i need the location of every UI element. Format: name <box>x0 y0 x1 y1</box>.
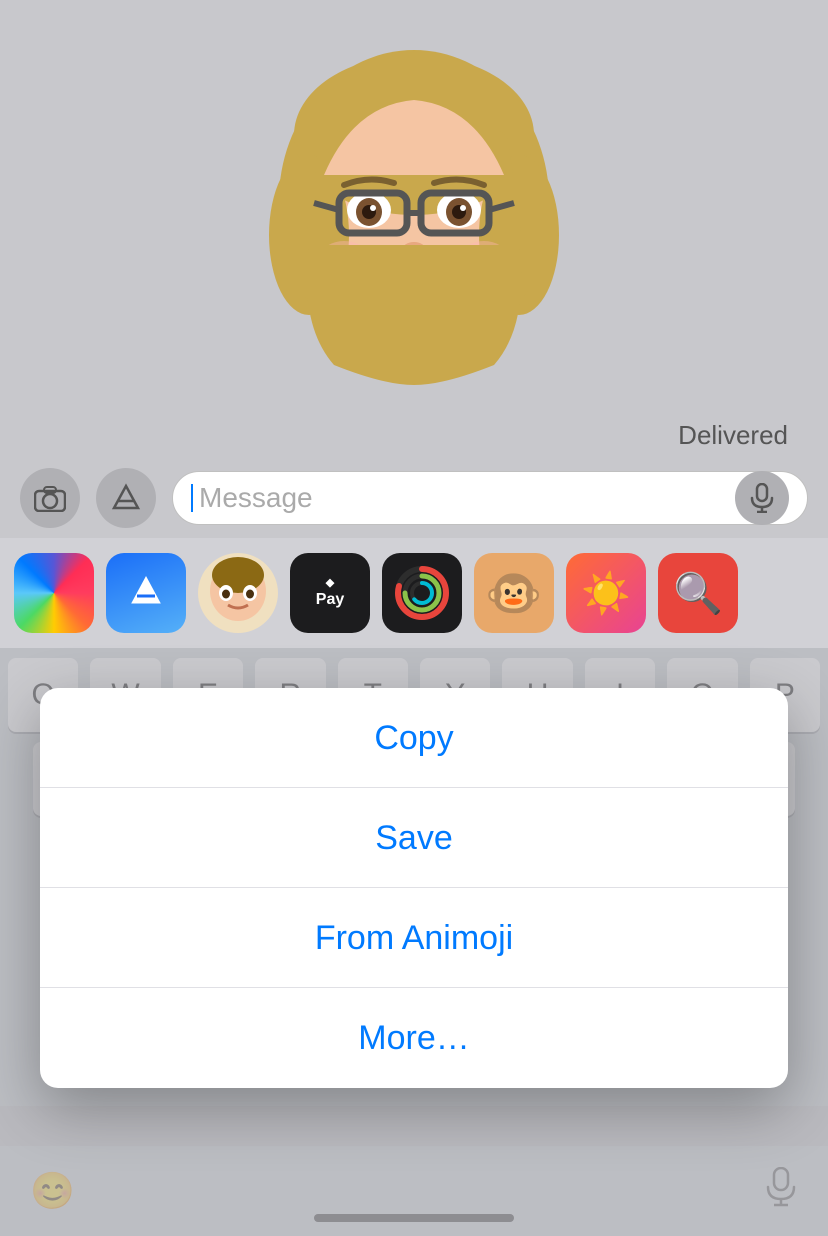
message-input[interactable]: Message <box>172 471 808 525</box>
app-icon-appstore[interactable] <box>106 553 186 633</box>
app-icon-photos[interactable] <box>14 553 94 633</box>
input-bar: Message <box>0 458 828 538</box>
context-menu: Copy Save From Animoji More… <box>40 688 788 1088</box>
appstore-button[interactable] <box>96 468 156 528</box>
app-icon-memoji[interactable] <box>198 553 278 633</box>
audio-button[interactable] <box>735 471 789 525</box>
app-icon-monkey[interactable]: 🐵 <box>474 553 554 633</box>
delivered-status: Delivered <box>678 420 788 451</box>
camera-button[interactable] <box>20 468 80 528</box>
app-icon-activity[interactable] <box>382 553 462 633</box>
animoji-face <box>254 45 574 385</box>
context-menu-from-animoji[interactable]: From Animoji <box>40 888 788 988</box>
app-icon-applepay[interactable]: ◆ Pay <box>290 553 370 633</box>
app-icon-web[interactable]: 🔍 <box>658 553 738 633</box>
context-menu-more[interactable]: More… <box>40 988 788 1088</box>
context-menu-copy[interactable]: Copy <box>40 688 788 788</box>
app-icon-fire[interactable]: ☀️ <box>566 553 646 633</box>
message-placeholder: Message <box>199 482 735 514</box>
context-menu-save[interactable]: Save <box>40 788 788 888</box>
text-cursor <box>191 484 193 512</box>
animoji-message <box>0 0 828 430</box>
app-icon-row: ◆ Pay 🐵 ☀️ 🔍 <box>0 538 828 648</box>
